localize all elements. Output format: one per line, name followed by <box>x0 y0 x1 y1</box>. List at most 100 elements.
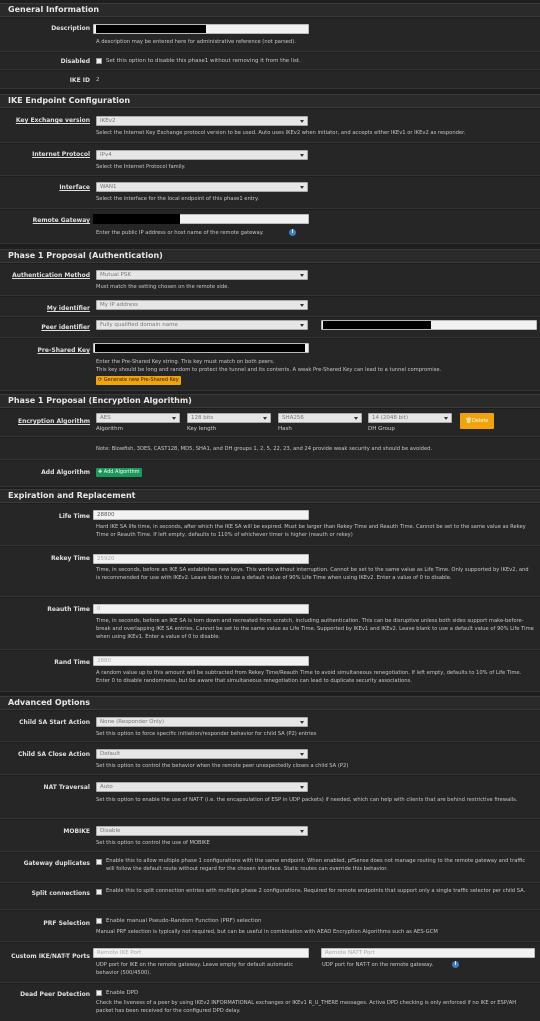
enc-alg-select[interactable]: AES <box>96 413 180 423</box>
info-icon[interactable]: i <box>289 229 296 236</box>
keylen-sublabel: Key length <box>187 426 217 432</box>
remote-gateway-help: Enter the public IP address or host name… <box>96 230 264 236</box>
child-sa-start-select[interactable]: None (Responder Only) <box>96 717 308 727</box>
dh-group-select[interactable]: 14 (2048 bit) <box>368 413 452 423</box>
mobike-help: Set this option to control the use of MO… <box>96 840 210 846</box>
reauth-time-help: Time, in seconds, before an IKE SA is to… <box>96 618 534 640</box>
prf-help: Manual PRF selection is typically not re… <box>96 929 438 935</box>
ike-port-input[interactable]: Remote IKE Port <box>93 948 309 958</box>
rekey-time-input[interactable]: 25920 <box>93 554 309 564</box>
key-exchange-select[interactable]: IKEv2 <box>96 116 308 126</box>
rand-time-help: A random value up to this amount will be… <box>96 670 522 684</box>
child-sa-close-select[interactable]: Default <box>96 749 308 759</box>
life-time-label: Life Time <box>58 513 90 520</box>
remote-gateway-label: Remote Gateway <box>32 217 90 224</box>
auth-method-help: Must match the setting chosen on the rem… <box>96 284 230 290</box>
life-time-help: Hard IKE SA life time, in seconds, after… <box>96 524 526 538</box>
gateway-duplicates-text: Enable this to allow multiple phase 1 co… <box>106 858 526 872</box>
disabled-text: Set this option to disable this phase1 w… <box>106 58 301 64</box>
enc-note: Note: Blowfish, 3DES, CAST128, MD5, SHA1… <box>96 446 433 452</box>
dh-sublabel: DH Group <box>368 426 395 432</box>
row-enc-algorithm: Encryption Algorithm AES 128 bits SHA256… <box>0 409 540 437</box>
ikeid-value: 2 <box>96 77 100 83</box>
natt-port-input[interactable]: Remote NATT Port <box>321 948 535 958</box>
rekey-time-help: Time, in seconds, before an IKE SA estab… <box>96 567 529 581</box>
child-sa-close-help: Set this option to control the behavior … <box>96 763 349 769</box>
child-sa-start-help: Set this option to force specific initia… <box>96 731 317 737</box>
row-dpd: Dead Peer Detection Enable DPD Check the… <box>0 984 540 1021</box>
row-nat-traversal: NAT Traversal Auto Set this option to en… <box>0 776 540 819</box>
section-auth: Phase 1 Proposal (Authentication) <box>0 249 540 263</box>
nat-traversal-select[interactable]: Auto <box>96 782 308 792</box>
gateway-duplicates-label: Gateway duplicates <box>23 860 90 867</box>
peer-identifier-select[interactable]: Fully qualified domain name <box>96 320 308 330</box>
section-title: IKE Endpoint Configuration <box>8 96 131 105</box>
delete-label: Delete <box>471 418 489 424</box>
section-endpoint: IKE Endpoint Configuration <box>0 94 540 108</box>
delete-button[interactable]: 🗑Delete <box>460 413 494 429</box>
dpd-help: Check the liveness of a peer by using IK… <box>96 1000 517 1014</box>
redacted-block <box>323 321 431 329</box>
internet-protocol-select[interactable]: IPv4 <box>96 150 308 160</box>
hash-select[interactable]: SHA256 <box>278 413 362 423</box>
row-reauth-time: Reauth Time 0 Time, in seconds, before a… <box>0 598 540 650</box>
split-connections-label: Split connections <box>31 890 90 897</box>
description-label: Description <box>51 25 90 32</box>
section-advanced: Advanced Options <box>0 696 540 710</box>
generate-psk-label: Generate new Pre-Shared Key <box>103 377 179 383</box>
row-auth-method: Authentication Method Mutual PSK Must ma… <box>0 264 540 296</box>
split-connections-checkbox[interactable] <box>96 889 102 895</box>
generate-psk-button[interactable]: ⟳ Generate new Pre-Shared Key <box>96 376 181 385</box>
row-description: Description A description may be entered… <box>0 18 540 52</box>
auth-method-select[interactable]: Mutual PSK <box>96 270 308 280</box>
nat-traversal-help: Set this option to enable the use of NAT… <box>96 797 518 803</box>
dpd-checkbox[interactable] <box>96 990 102 996</box>
row-psk: Pre-Shared Key Enter the Pre-Shared Key … <box>0 339 540 391</box>
mobike-select[interactable]: Disable <box>96 826 308 836</box>
child-sa-close-label: Child SA Close Action <box>17 751 90 758</box>
interface-help: Select the interface for the local endpo… <box>96 196 259 202</box>
section-title: Expiration and Replacement <box>8 491 136 500</box>
add-algorithm-label: Add Algorithm <box>41 469 90 476</box>
row-gateway-duplicates: Gateway duplicates Enable this to allow … <box>0 853 540 883</box>
hash-sublabel: Hash <box>278 426 292 432</box>
reauth-time-input[interactable]: 0 <box>93 604 309 614</box>
prf-checkbox[interactable] <box>96 918 102 924</box>
redacted-block <box>95 344 305 352</box>
my-identifier-label: My identifier <box>46 305 90 312</box>
psk-help-1: Enter the Pre-Shared Key string. This ke… <box>96 359 275 365</box>
peer-identifier-label: Peer identifier <box>41 324 90 331</box>
rekey-time-label: Rekey Time <box>50 555 90 562</box>
mobike-label: MOBIKE <box>63 828 90 835</box>
section-title: Phase 1 Proposal (Authentication) <box>8 251 163 260</box>
nat-traversal-label: NAT Traversal <box>43 784 90 791</box>
section-general: General Information <box>0 3 540 17</box>
section-encryption: Phase 1 Proposal (Encryption Algorithm) <box>0 394 540 408</box>
custom-ports-label: Custom IKE/NAT-T Ports <box>11 953 90 960</box>
redacted-block <box>96 25 206 33</box>
section-title: Phase 1 Proposal (Encryption Algorithm) <box>8 396 192 405</box>
life-time-input[interactable]: 28800 <box>93 510 309 520</box>
row-my-identifier: My identifier My IP address <box>0 297 540 317</box>
key-exchange-label: Key Exchange version <box>15 117 90 124</box>
my-identifier-select[interactable]: My IP address <box>96 300 308 310</box>
row-split-connections: Split connections Enable this to split c… <box>0 884 540 910</box>
row-child-sa-close: Child SA Close Action Default Set this o… <box>0 743 540 775</box>
row-ikeid: IKE ID 2 <box>0 71 540 89</box>
keylen-select[interactable]: 128 bits <box>187 413 271 423</box>
ikeid-label: IKE ID <box>69 77 90 84</box>
disabled-checkbox[interactable] <box>96 58 102 64</box>
rand-time-input[interactable]: 2880 <box>93 656 309 666</box>
prf-selection-label: PRF Selection <box>43 920 90 927</box>
add-algorithm-button[interactable]: ✚ Add Algorithm <box>96 468 142 477</box>
prf-text: Enable manual Pseudo-Random Function (PR… <box>106 918 262 924</box>
gateway-duplicates-checkbox[interactable] <box>96 859 102 865</box>
row-rand-time: Rand Time 2880 A random value up to this… <box>0 651 540 692</box>
auth-method-label: Authentication Method <box>12 272 90 279</box>
row-prf-selection: PRF Selection Enable manual Pseudo-Rando… <box>0 911 540 942</box>
dpd-text: Enable DPD <box>106 990 139 996</box>
section-title: Advanced Options <box>8 698 90 707</box>
interface-select[interactable]: WAN1 <box>96 182 308 192</box>
info-icon[interactable]: i <box>452 961 459 968</box>
description-help: A description may be entered here for ad… <box>96 39 296 45</box>
